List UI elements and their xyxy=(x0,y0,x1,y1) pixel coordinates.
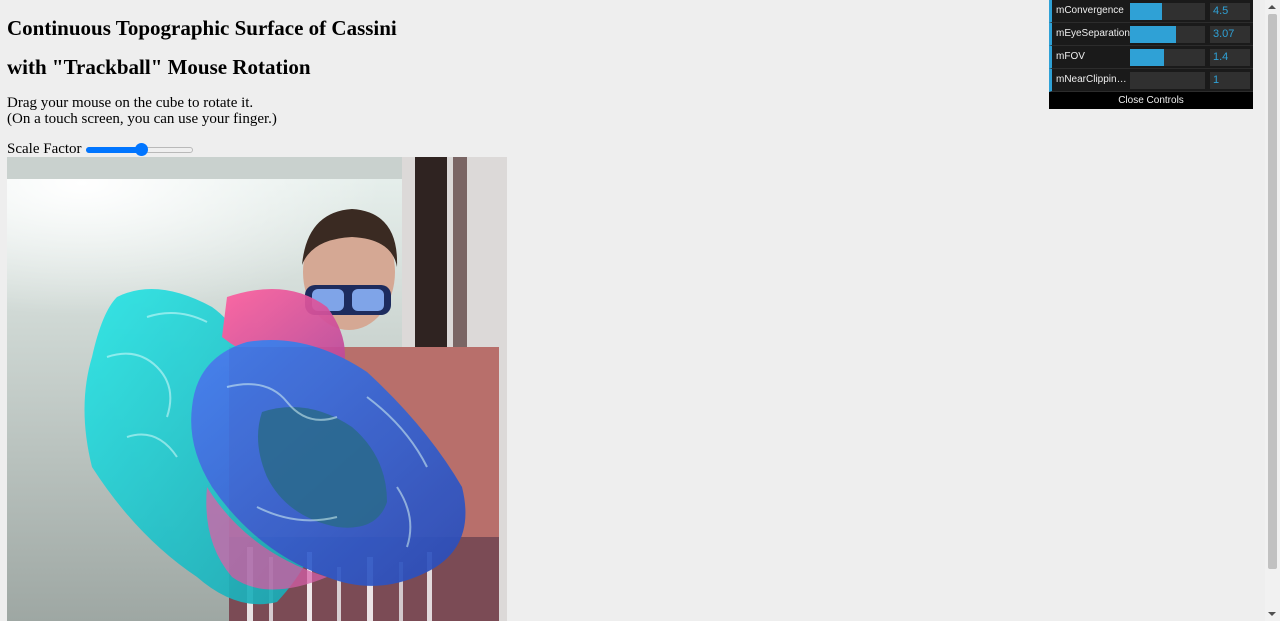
control-label: mFOV xyxy=(1056,51,1085,62)
scale-factor-row: Scale Factor xyxy=(7,141,193,158)
close-controls-button[interactable]: Close Controls xyxy=(1049,92,1253,109)
control-value-input[interactable]: 4.5 xyxy=(1210,3,1250,20)
control-slider[interactable] xyxy=(1130,26,1205,43)
scroll-up-arrow-icon[interactable] xyxy=(1268,5,1276,9)
control-slider[interactable] xyxy=(1130,72,1205,89)
scene-render xyxy=(7,157,507,621)
dat-gui-panel: mConvergence 4.5 mEyeSeparation 3.07 mFOV 1.4… xyxy=(1049,0,1253,109)
webgl-canvas[interactable] xyxy=(7,157,507,621)
scrollbar-thumb[interactable] xyxy=(1268,14,1277,569)
scroll-down-arrow-icon[interactable] xyxy=(1268,612,1276,616)
control-value-input[interactable]: 3.07 xyxy=(1210,26,1250,43)
control-label: mNearClippingDistance xyxy=(1056,74,1130,85)
control-slider-fill xyxy=(1130,3,1163,20)
control-row: mFOV 1.4 xyxy=(1049,46,1253,69)
control-slider[interactable] xyxy=(1130,3,1205,20)
vertical-scrollbar[interactable] xyxy=(1265,0,1280,621)
control-row: mEyeSeparation 3.07 xyxy=(1049,23,1253,46)
instruction-line-2: (On a touch screen, you can use your fin… xyxy=(7,111,277,127)
control-slider-fill xyxy=(1130,49,1164,66)
scale-factor-slider[interactable] xyxy=(85,142,193,158)
control-label: mEyeSeparation xyxy=(1056,28,1130,39)
instruction-line-1: Drag your mouse on the cube to rotate it… xyxy=(7,95,254,111)
control-value-input[interactable]: 1.4 xyxy=(1210,49,1250,66)
slider-fill xyxy=(85,146,142,153)
control-label: mConvergence xyxy=(1056,5,1124,16)
control-value-input[interactable]: 1 xyxy=(1210,72,1250,89)
control-row: mConvergence 4.5 xyxy=(1049,0,1253,23)
instructions: Drag your mouse on the cube to rotate it… xyxy=(7,95,277,127)
scale-factor-label: Scale Factor xyxy=(7,141,82,157)
control-row: mNearClippingDistance 1 xyxy=(1049,69,1253,92)
page-title: Continuous Topographic Surface of Cassin… xyxy=(7,16,397,40)
control-slider[interactable] xyxy=(1130,49,1205,66)
control-slider-fill xyxy=(1130,26,1176,43)
slider-thumb[interactable] xyxy=(135,142,149,156)
page-subtitle: with "Trackball" Mouse Rotation xyxy=(7,55,311,79)
